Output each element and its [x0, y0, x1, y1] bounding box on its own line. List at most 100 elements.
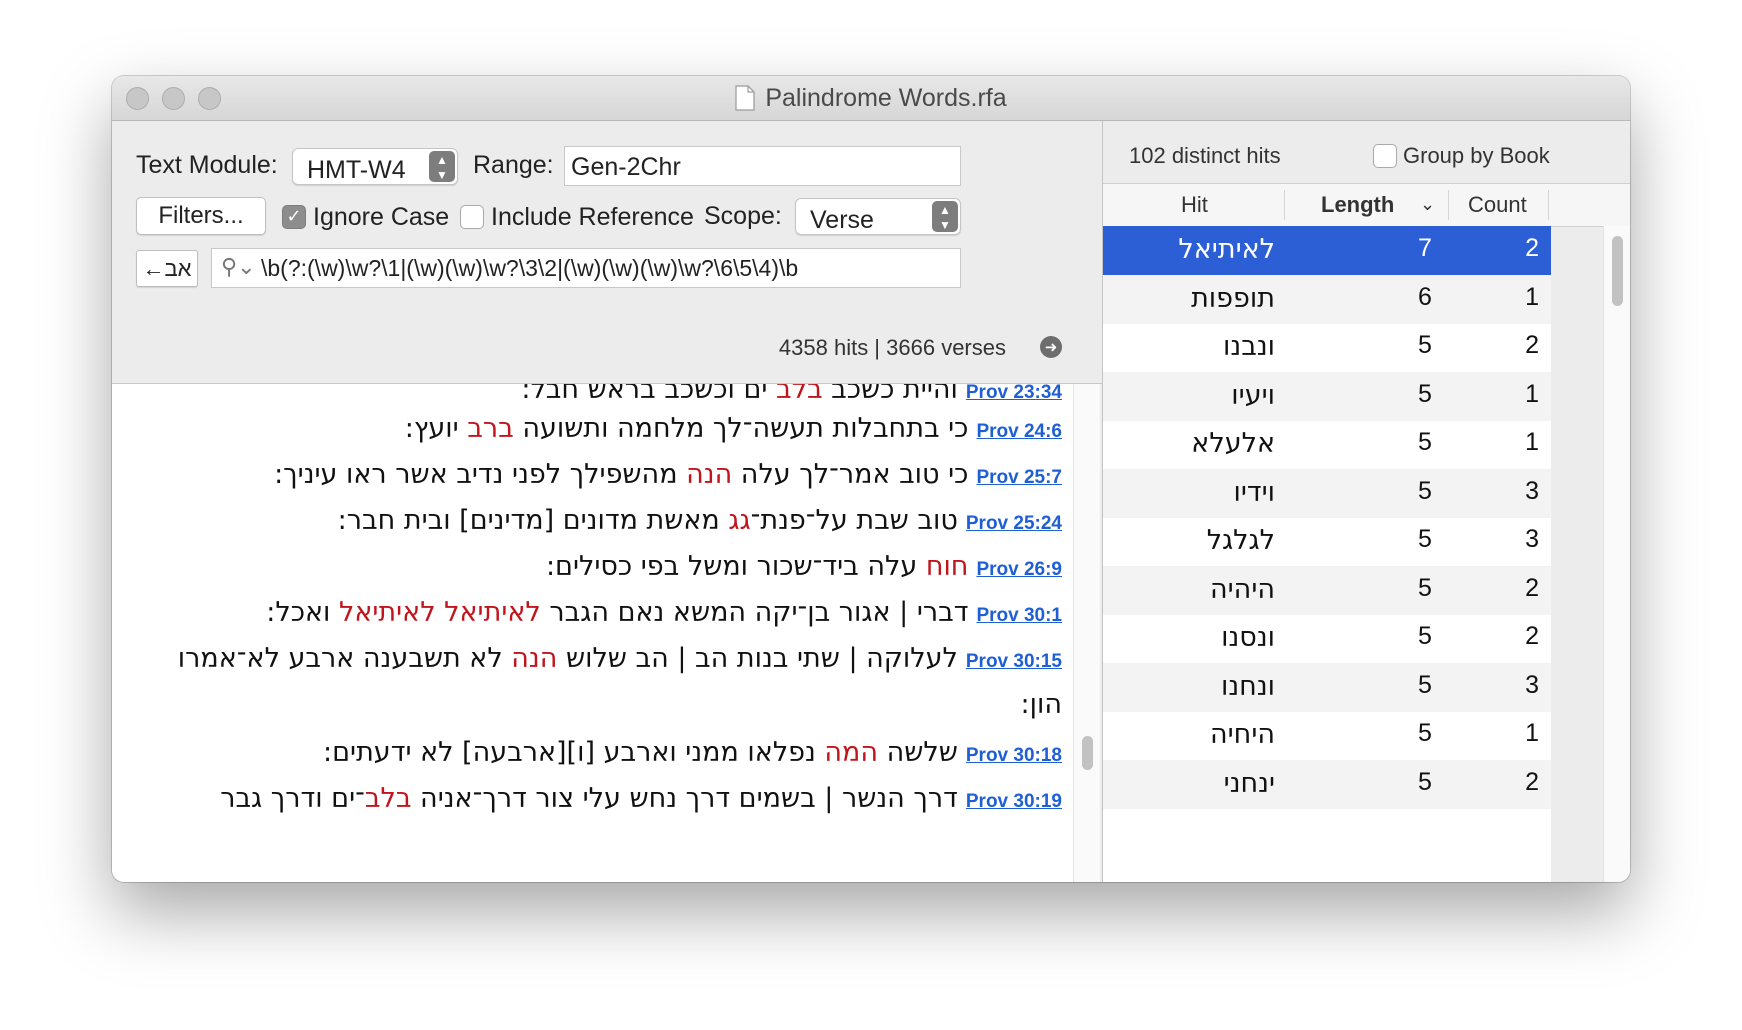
table-row[interactable]: ונחנו 5 3 [1103, 662, 1551, 712]
verse-line: Prov 26:9 חוח עלה ביד־שכור ומשל בפי כסילי… [546, 551, 1062, 582]
table-row[interactable]: היחיה 5 1 [1103, 711, 1551, 760]
cell-length: 5 [1418, 525, 1432, 553]
verse-text: כי טוב אמר־לך עלה [732, 459, 969, 490]
hits-summary: 4358 hits | 3666 verses [778, 335, 1006, 360]
title-bar[interactable]: Palindrome Words.rfa [112, 76, 1630, 121]
verse-text: כי בתחבלות תעשה־לך מלחמה ותשועה [513, 413, 969, 444]
table-row[interactable]: ונבנו 5 2 [1103, 323, 1551, 372]
column-header-count[interactable]: Count [1468, 192, 1527, 218]
highlighted-match: לאיתיאל לאיתיאל [338, 597, 541, 628]
cell-count: 2 [1525, 331, 1539, 359]
column-header-length[interactable]: Length [1321, 192, 1394, 218]
verse-reference-link[interactable]: Prov 30:1 [976, 605, 1062, 626]
include-reference-label: Include Reference [491, 203, 694, 231]
verse-text: יועץ: [404, 413, 468, 444]
verse-reference-link[interactable]: Prov 23:34 [966, 384, 1062, 403]
column-separator[interactable] [1284, 190, 1285, 220]
cell-hit: ונבנו [1223, 331, 1275, 362]
search-input[interactable]: ⚲⌄ \b(?:(\w)\w?\1|(\w)(\w)\w?\3\2|(\w)(\… [211, 248, 961, 288]
verse-reference-link[interactable]: Prov 24:6 [976, 421, 1062, 442]
verse-text: שלשה [878, 737, 958, 768]
cell-hit: ויעיו [1231, 379, 1275, 411]
hits-scroll-thumb[interactable] [1612, 236, 1623, 306]
column-separator[interactable] [1448, 190, 1449, 220]
cell-hit: ינחני [1223, 767, 1275, 799]
group-by-book-checkbox[interactable] [1373, 144, 1397, 168]
highlighted-match: חוח [925, 551, 969, 582]
cell-hit: היהיה [1210, 573, 1275, 605]
column-separator[interactable] [1548, 190, 1549, 220]
keyboard-direction-button[interactable]: ←אב [136, 250, 198, 287]
table-row[interactable]: אלעלא 5 1 [1103, 420, 1551, 469]
highlighted-match: בלב [364, 783, 412, 814]
verse-reference-link[interactable]: Prov 30:18 [966, 745, 1062, 766]
cell-count: 2 [1525, 573, 1539, 602]
verse-text: ־ים ודרך גבר [220, 783, 365, 814]
range-input[interactable]: Gen-2Chr [564, 146, 961, 186]
stepper-arrows-icon: ▲ ▼ [429, 151, 455, 182]
table-row[interactable]: ונסנו 5 2 [1103, 614, 1551, 663]
verse-text: ואכל: [266, 597, 339, 628]
verse-reference-link[interactable]: Prov 30:15 [966, 651, 1062, 672]
search-icon[interactable]: ⚲⌄ [221, 254, 256, 280]
cell-hit: תופפות [1191, 282, 1275, 314]
column-header-hit[interactable]: Hit [1181, 192, 1208, 218]
go-arrow-icon[interactable]: ➜ [1040, 336, 1062, 358]
distinct-hits-count: 102 distinct hits [1129, 143, 1281, 168]
cell-hit: וידיו [1233, 476, 1275, 508]
cell-length: 5 [1418, 622, 1432, 650]
table-row[interactable]: ינחני 5 2 [1103, 759, 1551, 809]
table-row[interactable]: וידיו 5 3 [1103, 468, 1551, 518]
cell-length: 5 [1418, 719, 1432, 747]
text-module-select[interactable]: HMT-W4 ▲ ▼ [292, 148, 458, 185]
highlighted-match: ברב [467, 413, 514, 444]
hits-pane: 102 distinct hits Group by Book Hit Leng… [1103, 121, 1630, 882]
verse-results: Prov 23:34 והיית כשכב בלב ים וכשכב בראש ח… [112, 384, 1100, 882]
scope-select[interactable]: Verse ▲ ▼ [795, 198, 961, 235]
verse-line-continuation: הון: [1020, 689, 1062, 720]
verse-line: Prov 30:15 לעלוקה | שתי בנות הב | הב שלוש… [178, 643, 1062, 674]
highlighted-match: הנה [511, 643, 558, 674]
text-module-value: HMT-W4 [307, 156, 406, 184]
highlighted-match: המה [824, 737, 879, 768]
table-row[interactable]: לאיתיאל 7 2 [1103, 226, 1551, 275]
verse-line: Prov 30:18 שלשה המה נפלאו ממני וארבע [ו][… [323, 737, 1062, 768]
cell-length: 6 [1418, 282, 1432, 311]
filters-button[interactable]: Filters... [136, 197, 266, 235]
hits-scrollbar[interactable] [1603, 226, 1630, 882]
cell-hit: ונחנו [1221, 670, 1275, 702]
verse-reference-link[interactable]: Prov 26:9 [976, 559, 1062, 580]
verse-reference-link[interactable]: Prov 30:19 [966, 791, 1062, 812]
app-window: Palindrome Words.rfa Text Module: HMT-W4… [112, 76, 1630, 882]
results-scrollbar[interactable] [1073, 384, 1100, 882]
highlighted-match: גג [728, 505, 751, 536]
cell-hit: ונסנו [1221, 622, 1275, 653]
table-row[interactable]: היהיה 5 2 [1103, 565, 1551, 615]
hits-table-header: Hit Length ⌄ Count [1103, 183, 1630, 227]
results-scroll-thumb[interactable] [1082, 736, 1093, 770]
ignore-case-checkbox[interactable]: ✓ [282, 205, 306, 229]
search-toolbar: Text Module: HMT-W4 ▲ ▼ Range: Gen-2Chr F… [112, 121, 1102, 384]
stepper-arrows-icon: ▲ ▼ [932, 201, 958, 232]
scope-value: Verse [810, 206, 874, 234]
verse-reference-link[interactable]: Prov 25:24 [966, 513, 1062, 534]
verse-text: ים וכשכב בראש חבל: [521, 384, 776, 405]
search-query: \b(?:(\w)\w?\1|(\w)(\w)\w?\3\2|(\w)(\w)(… [261, 255, 799, 281]
hits-table-body: לאיתיאל 7 2 תופפות 6 1 ונבנו 5 2 ויעיו 5 1 אלעלא 5 1 וי… [1103, 226, 1551, 882]
cell-count: 1 [1525, 719, 1539, 747]
table-row[interactable]: תופפות 6 1 [1103, 274, 1551, 324]
verse-line: Prov 30:1 דברי | אגור בן־יקה המשא נאם הגב… [266, 597, 1062, 628]
table-row[interactable]: לגלגל 5 3 [1103, 517, 1551, 566]
table-row[interactable]: ויעיו 5 1 [1103, 371, 1551, 421]
range-label: Range: [473, 151, 554, 179]
range-value: Gen-2Chr [571, 153, 681, 181]
window-title-area: Palindrome Words.rfa [112, 84, 1630, 113]
cell-length: 5 [1418, 476, 1432, 505]
include-reference-checkbox[interactable] [460, 205, 484, 229]
verse-line: Prov 24:6 כי בתחבלות תעשה־לך מלחמה ותשועה… [405, 413, 1062, 444]
cell-length: 5 [1418, 379, 1432, 408]
cell-hit: לאיתיאל [1178, 234, 1275, 265]
cell-count: 3 [1525, 670, 1539, 699]
sort-chevron-down-icon[interactable]: ⌄ [1420, 194, 1435, 215]
verse-reference-link[interactable]: Prov 25:7 [976, 467, 1062, 488]
